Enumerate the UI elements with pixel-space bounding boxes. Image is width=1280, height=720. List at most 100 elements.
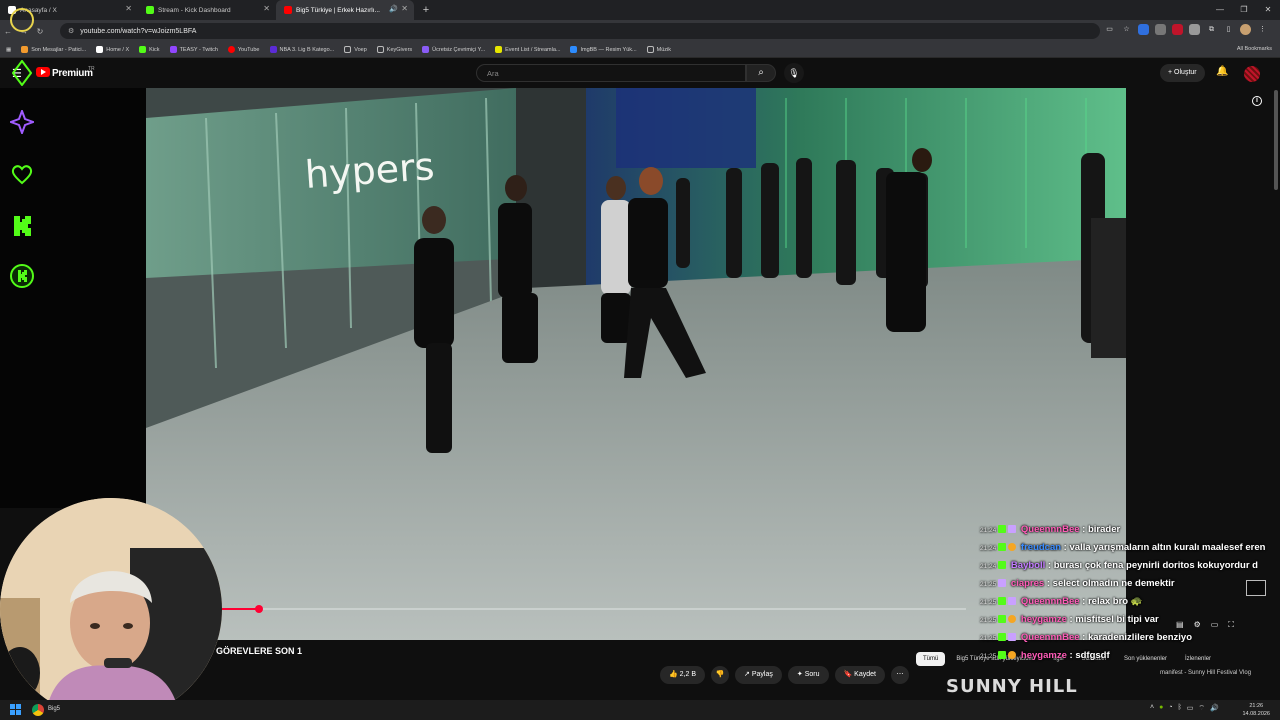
like-button[interactable]: 👍 2,2 B	[660, 666, 706, 684]
kick-badge-icon	[998, 561, 1007, 570]
share-button[interactable]: ↗ Paylaş	[735, 666, 782, 684]
miniplayer-frame[interactable]	[1246, 580, 1266, 596]
cast-icon[interactable]: ▭	[1104, 24, 1115, 35]
address-bar-row: ← → ↻ ⚙ youtube.com/watch?v=wJoizm5LBFA …	[0, 20, 1280, 42]
kick-favicon-icon	[146, 6, 154, 14]
progress-fill	[222, 608, 260, 610]
apps-icon[interactable]: ▦	[6, 47, 11, 53]
thumbs-down-icon: 👎	[715, 671, 725, 678]
extension-icon[interactable]	[1189, 24, 1200, 35]
speaker-icon[interactable]: 🔊	[389, 5, 398, 13]
video-progress-bar[interactable]	[222, 605, 966, 613]
chip-all[interactable]: Tümü	[916, 652, 946, 666]
bookmark-item[interactable]: TEASY - Twitch	[169, 46, 218, 53]
bookmark-icon: 🔖	[843, 671, 853, 678]
search-icon: ⌕	[758, 67, 764, 78]
network-icon[interactable]: ◔	[1168, 704, 1172, 713]
sub-badge-icon	[1008, 597, 1017, 606]
nvidia-icon[interactable]: ●	[1159, 704, 1163, 713]
youtube-logo-icon[interactable]	[36, 67, 50, 77]
kick-badge-icon	[998, 525, 1007, 534]
bookmark-item[interactable]: Home / X	[96, 46, 129, 53]
puzzle-icon[interactable]: ⧉	[1206, 24, 1217, 35]
search-input[interactable]: Ara	[476, 64, 746, 82]
reload-icon[interactable]: ↻	[32, 27, 48, 36]
more-actions-button[interactable]: ⋯	[890, 666, 909, 684]
url-text: youtube.com/watch?v=wJoizm5LBFA	[80, 27, 197, 35]
endscreen-video-label[interactable]: manifest - Sunny Hill Festival Vlog	[1160, 670, 1251, 677]
extension-icon[interactable]	[1172, 24, 1183, 35]
save-button[interactable]: 🔖 Kaydet	[834, 666, 885, 684]
settings-gear-icon[interactable]: ⚙	[1194, 620, 1201, 630]
ask-button[interactable]: ✦ Soru	[787, 666, 829, 684]
sub-badge-icon	[998, 579, 1007, 588]
site-info-icon[interactable]: ⚙	[68, 27, 74, 35]
chevron-up-icon[interactable]: ˄	[1150, 704, 1154, 713]
folder-icon[interactable]: ▭	[1187, 704, 1194, 713]
bluetooth-icon[interactable]: ᛒ	[1178, 704, 1182, 713]
windows-start-icon[interactable]	[10, 704, 22, 716]
theater-mode-icon[interactable]: ▭	[1211, 620, 1219, 630]
chat-message: 21:24 Bayboll : burası çok fena peynirli…	[980, 560, 1258, 571]
new-tab-button[interactable]: +	[418, 4, 434, 16]
taskbar-clock[interactable]: 21:26 14.08.2026	[1242, 702, 1270, 718]
bookmarks-bar: ▦ Son Mesajlar - Patici... Home / X Kick…	[0, 42, 1280, 58]
close-tab-icon[interactable]: ✕	[401, 4, 408, 13]
create-button[interactable]: + Oluştur	[1160, 64, 1205, 82]
chat-message: 21:25 heygamze : sdfgsdf	[980, 650, 1110, 661]
chat-message: 21:25 ciapres : select olmadın ne demekt…	[980, 578, 1175, 589]
webcam-image	[0, 498, 222, 720]
extension-icon[interactable]	[1138, 24, 1149, 35]
video-actions: 👍 2,2 B 👎 ↗ Paylaş ✦ Soru 🔖 Kaydet ⋯	[660, 666, 909, 684]
bookmark-folder[interactable]: KeyGivers	[376, 46, 412, 53]
all-bookmarks-button[interactable]: All Bookmarks	[1237, 46, 1272, 52]
kick-diamond-icon	[12, 60, 32, 86]
subtitles-icon[interactable]: ▤	[1176, 620, 1184, 630]
more-dots-icon: ⋯	[896, 671, 904, 678]
youtube-brand[interactable]: Premium	[52, 68, 93, 79]
close-tab-icon[interactable]: ✕	[263, 4, 270, 13]
bookmark-folder[interactable]: Voep	[344, 46, 367, 53]
stream-chat-overlay: 21:24 QueennnBee : birader 21:24 freudca…	[980, 524, 1280, 668]
chrome-taskbar-icon[interactable]	[32, 704, 44, 716]
search-button[interactable]: ⌕	[746, 64, 776, 82]
tab-youtube-video[interactable]: Big5 Türkiye | Erkek Hazırlı... 🔊 ✕	[276, 0, 414, 20]
youtube-favicon-icon	[284, 6, 292, 14]
bookmark-item[interactable]: YouTube	[227, 46, 260, 53]
chat-message: 21:25 heygamze : misfitsel bi tipi var	[980, 614, 1159, 625]
star-icon[interactable]: ☆	[1121, 24, 1132, 35]
profile-icon[interactable]	[1240, 24, 1251, 35]
page-scrollbar[interactable]	[1274, 90, 1278, 190]
notifications-bell-icon[interactable]: 🔔	[1216, 66, 1228, 77]
bookmark-item[interactable]: Event List / Streamla...	[495, 46, 560, 53]
info-icon[interactable]: i	[1252, 96, 1262, 106]
close-tab-icon[interactable]: ✕	[125, 4, 132, 13]
volume-icon[interactable]: 🔊	[1210, 704, 1219, 713]
video-player[interactable]: hypers	[146, 88, 1126, 640]
bookmark-folder[interactable]: Müzik	[646, 46, 671, 53]
channel-avatar[interactable]	[1244, 66, 1260, 82]
window-controls: — ❐ ✕	[1208, 0, 1280, 20]
menu-dots-icon[interactable]: ⋮	[1257, 24, 1268, 35]
tab-kick-dashboard[interactable]: Stream - Kick Dashboard ✕	[138, 0, 276, 20]
extension-icon[interactable]	[1155, 24, 1166, 35]
wifi-icon[interactable]: ⌔	[1198, 704, 1205, 713]
maximize-icon[interactable]: ❐	[1232, 0, 1256, 20]
create-label: Oluştur	[1174, 69, 1197, 76]
bookmark-item[interactable]: NBA 3. Lig B Katego...	[269, 46, 334, 53]
sidebar-icon[interactable]: ▯	[1223, 24, 1234, 35]
dislike-button[interactable]: 👎	[711, 666, 730, 684]
minimize-icon[interactable]: —	[1208, 0, 1232, 20]
bookmark-item[interactable]: Kick	[139, 46, 160, 53]
voice-search-button[interactable]: 🎙	[784, 63, 804, 83]
kick-badge-icon	[10, 264, 34, 288]
cursor-highlight-ring	[10, 8, 34, 32]
url-field[interactable]: ⚙ youtube.com/watch?v=wJoizm5LBFA	[60, 23, 1100, 39]
close-window-icon[interactable]: ✕	[1256, 0, 1280, 20]
bookmark-item[interactable]: Son Mesajlar - Patici...	[21, 46, 86, 53]
bookmark-item[interactable]: ImgBB — Resim Yük...	[570, 46, 637, 53]
fullscreen-icon[interactable]: ⛶	[1228, 620, 1234, 630]
bookmark-item[interactable]: Ücretsiz Çevrimiçi Y...	[422, 46, 485, 53]
tab-label: Big5 Türkiye | Erkek Hazırlı...	[296, 6, 380, 14]
taskbar-app-label[interactable]: Big5	[48, 706, 60, 712]
